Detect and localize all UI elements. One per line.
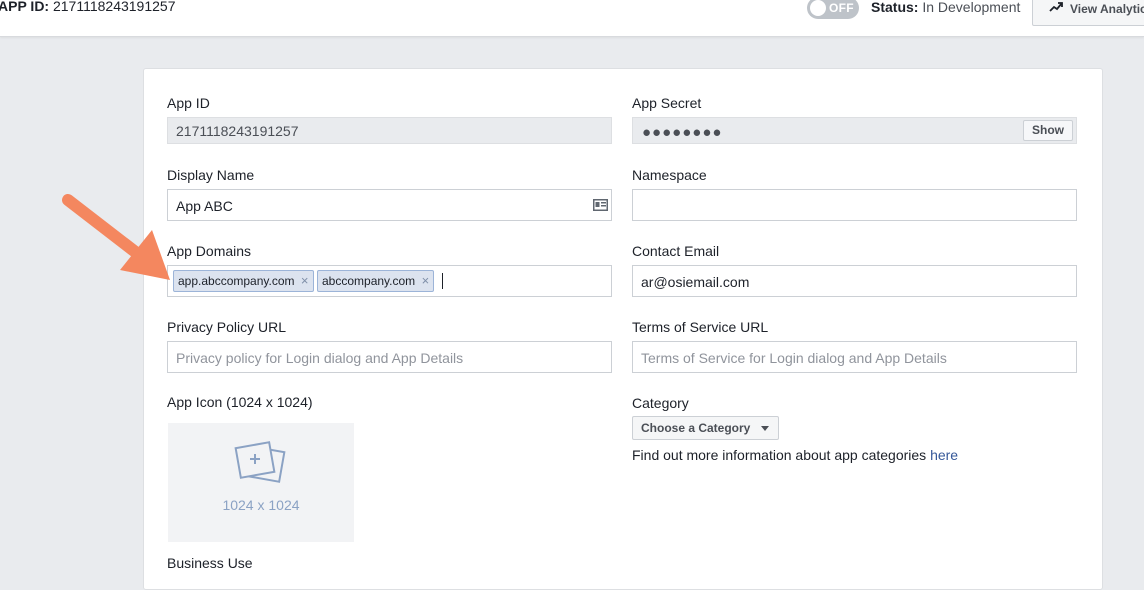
app-secret-field: ●●●●●●●● Show	[632, 117, 1077, 144]
view-analytics-button[interactable]: View Analytics	[1032, 0, 1144, 26]
contact-email-label: Contact Email	[632, 243, 720, 259]
app-id-header-value: 2171118243191257	[52, 0, 176, 14]
app-id-field: 2171118243191257	[167, 117, 612, 144]
category-info-link[interactable]: here	[930, 447, 958, 463]
display-name-label: Display Name	[167, 167, 255, 183]
remove-token-icon[interactable]: ×	[301, 271, 309, 291]
choose-category-label: Choose a Category	[641, 421, 751, 435]
live-mode-toggle[interactable]: OFF	[807, 0, 859, 19]
domain-token-text: app.abccompany.com	[178, 274, 295, 288]
domain-token-text: abccompany.com	[322, 274, 416, 288]
privacy-url-input[interactable]: Privacy policy for Login dialog and App …	[167, 341, 612, 373]
app-domains-label: App Domains	[167, 243, 252, 259]
contact-email-input[interactable]: ar@osiemail.com	[632, 265, 1077, 297]
app-secret-masked: ●●●●●●●●	[642, 124, 723, 141]
tos-url-label: Terms of Service URL	[632, 319, 769, 335]
add-photo-icon	[234, 441, 286, 483]
app-id-value: 2171118243191257	[176, 123, 299, 139]
tos-url-placeholder: Terms of Service for Login dialog and Ap…	[641, 350, 947, 366]
basic-settings-card: App ID 2171118243191257 App Secret ●●●●●…	[143, 68, 1103, 590]
app-domains-input[interactable]: app.abccompany.com × abccompany.com ×	[167, 265, 612, 297]
domain-token[interactable]: abccompany.com ×	[317, 270, 435, 292]
toggle-knob	[810, 0, 826, 16]
app-icon-upload[interactable]: 1024 x 1024	[168, 423, 354, 542]
category-info-text: Find out more information about app cate…	[632, 447, 927, 463]
privacy-url-label: Privacy Policy URL	[167, 319, 287, 335]
namespace-input[interactable]	[632, 189, 1077, 221]
contact-card-icon	[593, 199, 608, 211]
tos-url-input[interactable]: Terms of Service for Login dialog and Ap…	[632, 341, 1077, 373]
category-info: Find out more information about app cate…	[632, 447, 958, 463]
trending-up-icon	[1049, 2, 1063, 12]
show-secret-button[interactable]: Show	[1023, 120, 1073, 141]
view-analytics-label: View Analytics	[1070, 2, 1144, 16]
caret-down-icon	[761, 426, 770, 431]
remove-token-icon[interactable]: ×	[422, 271, 430, 291]
domain-token[interactable]: app.abccompany.com ×	[173, 270, 314, 292]
display-name-value: App ABC	[176, 198, 233, 214]
app-secret-label: App Secret	[632, 95, 702, 111]
app-icon-label: App Icon (1024 x 1024)	[167, 394, 313, 410]
display-name-input[interactable]: App ABC	[167, 189, 612, 221]
app-status: Status: In Development	[871, 0, 1020, 15]
app-id-label: App ID	[167, 95, 210, 111]
app-id-header-label: APP ID:	[0, 0, 50, 14]
status-label: Status:	[871, 0, 919, 15]
namespace-label: Namespace	[632, 167, 707, 183]
toggle-label: OFF	[829, 1, 854, 15]
status-value: In Development	[922, 0, 1021, 15]
category-label: Category	[632, 395, 689, 411]
text-cursor	[442, 273, 443, 289]
business-use-label: Business Use	[167, 555, 253, 571]
top-bar: APP ID: 2171118243191257 OFF Status: In …	[0, 0, 1144, 37]
privacy-url-placeholder: Privacy policy for Login dialog and App …	[176, 350, 464, 366]
choose-category-dropdown[interactable]: Choose a Category	[632, 416, 780, 440]
contact-email-value: ar@osiemail.com	[641, 274, 750, 290]
app-icon-dimensions: 1024 x 1024	[222, 497, 300, 513]
app-id-header: APP ID: 2171118243191257	[0, 0, 175, 14]
